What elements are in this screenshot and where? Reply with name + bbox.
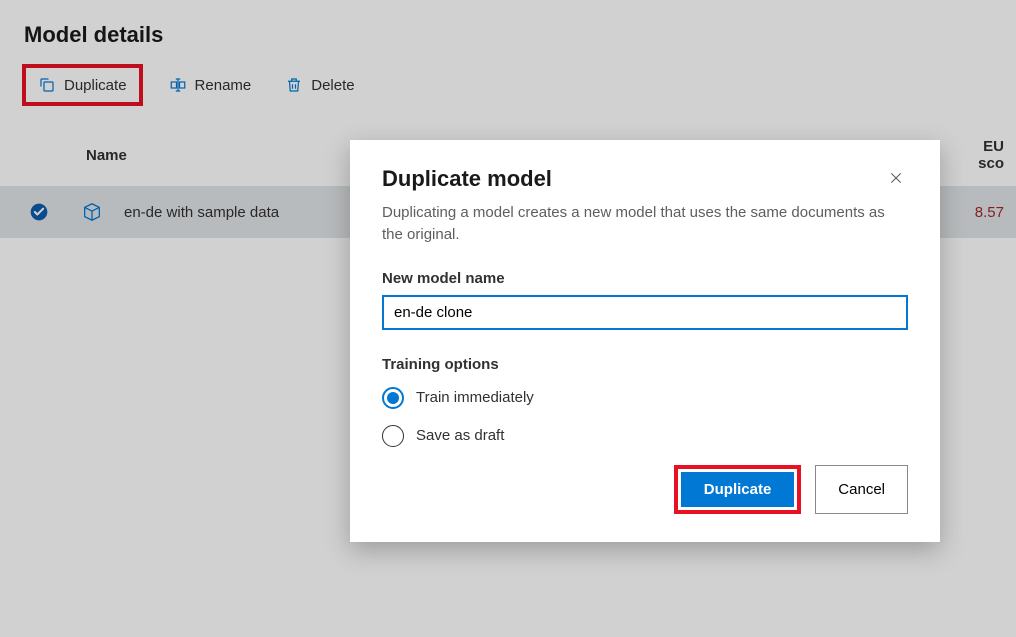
dialog-description: Duplicating a model creates a new model … [382, 202, 908, 246]
dialog-title: Duplicate model [382, 166, 552, 192]
radio-save-draft[interactable]: Save as draft [382, 425, 908, 447]
radio-label-draft: Save as draft [416, 427, 504, 444]
duplicate-confirm-button[interactable]: Duplicate [681, 472, 795, 507]
dialog-close-button[interactable] [884, 166, 908, 193]
primary-button-highlight: Duplicate [674, 465, 802, 514]
new-name-label: New model name [382, 270, 908, 287]
new-name-input[interactable] [382, 295, 908, 330]
training-options-label: Training options [382, 356, 908, 373]
close-icon [888, 170, 904, 186]
radio-selected-icon [382, 387, 404, 409]
radio-train-immediately[interactable]: Train immediately [382, 387, 908, 409]
duplicate-dialog: Duplicate model Duplicating a model crea… [350, 140, 940, 542]
radio-label-train: Train immediately [416, 389, 534, 406]
radio-unselected-icon [382, 425, 404, 447]
cancel-button[interactable]: Cancel [815, 465, 908, 514]
